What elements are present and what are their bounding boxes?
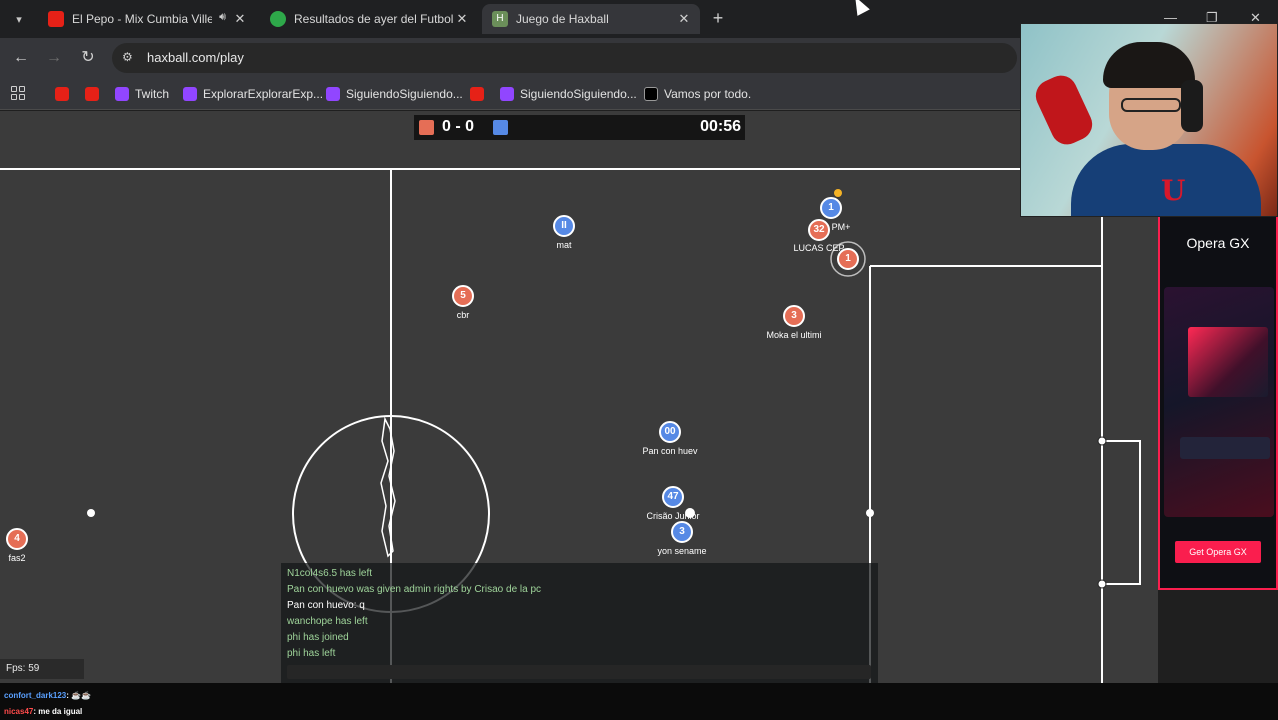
youtube-icon: [85, 87, 99, 101]
chat-username: nicas47: [4, 707, 34, 716]
player-name: Pan con huev: [642, 446, 698, 456]
tab-title: Juego de Haxball: [516, 12, 609, 26]
microphone-image: [1030, 70, 1098, 150]
stream-chat-line: nicas47: me da igual: [4, 707, 82, 716]
player-disc: II: [553, 215, 575, 237]
forward-icon[interactable]: →: [45, 49, 63, 67]
player-name: Moka el ultimi: [766, 330, 822, 340]
bookmark-twitch[interactable]: Twitch: [115, 85, 169, 103]
bookmark-x[interactable]: Vamos por todo.: [644, 85, 751, 103]
red-team-indicator: [419, 120, 434, 135]
youtube-icon: [48, 11, 64, 27]
player-name: cbr: [456, 310, 470, 320]
fps-counter: Fps: 59: [0, 659, 84, 679]
bookmark-siguiendo-2[interactable]: SiguiendoSiguiendo...: [500, 85, 637, 103]
bookmark-label: ExplorarExplorarExp...: [203, 87, 324, 101]
stream-chat-line: confort_dark123: ☕☕: [4, 691, 91, 700]
chat-line: wanchope has left: [287, 616, 368, 627]
reload-icon[interactable]: ↻: [79, 49, 97, 67]
chat-line: phi has joined: [287, 632, 349, 643]
bookmark-youtube-2[interactable]: [85, 85, 105, 103]
scoreboard: 0 - 0 00:56: [414, 115, 745, 140]
audio-icon[interactable]: 🔊︎: [219, 11, 226, 24]
close-tab-icon[interactable]: ✕: [676, 11, 692, 27]
site-info-icon[interactable]: ⚙: [122, 50, 133, 64]
chat-line: phi has left: [287, 648, 336, 659]
back-icon[interactable]: ←: [12, 49, 30, 67]
youtube-icon: [55, 87, 69, 101]
streamer-hair: [1103, 42, 1195, 88]
monitor-image: [1188, 327, 1268, 397]
player-name: fas2: [8, 553, 26, 563]
stream-chat-overlay: confort_dark123: ☕☕ nicas47: me da igual: [0, 683, 1278, 720]
bookmark-youtube-1[interactable]: [55, 85, 75, 103]
bookmark-label: Vamos por todo.: [664, 87, 752, 101]
bookmark-label: SiguiendoSiguiendo...: [520, 87, 637, 101]
webcam-overlay: U: [1020, 23, 1278, 217]
tab-search-icon[interactable]: ▾: [8, 9, 30, 31]
chat-input[interactable]: [287, 665, 871, 679]
chat-username: confort_dark123: [4, 691, 67, 700]
keyboard-image: [1180, 437, 1270, 459]
youtube-icon: [470, 87, 484, 101]
chat-message: : ☕☕: [66, 691, 92, 700]
tab-youtube[interactable]: El Pepo - Mix Cumbia Villera 🔊︎ ✕: [38, 4, 256, 34]
tab-resultados[interactable]: Resultados de ayer del Futbol A ✕: [260, 4, 478, 34]
tab-title: El Pepo - Mix Cumbia Villera: [72, 12, 212, 26]
ad-brand: Opera GX: [1186, 235, 1250, 251]
ad-cta-button[interactable]: Get Opera GX: [1175, 541, 1261, 563]
close-tab-icon[interactable]: ✕: [454, 11, 470, 27]
haxball-icon: H: [492, 11, 508, 27]
twitch-icon: [500, 87, 514, 101]
match-timer: 00:56: [700, 118, 741, 135]
bookmark-explorar[interactable]: ExplorarExplorarExp...: [183, 85, 323, 103]
player-name: yon sename: [657, 546, 707, 556]
bookmark-label: SiguiendoSiguiendo...: [346, 87, 463, 101]
player-name: Crisão Junior: [646, 511, 700, 521]
game-chat: N1col4s6.5 has left Pan con huevo was gi…: [281, 563, 878, 683]
new-tab-icon[interactable]: +: [708, 8, 728, 28]
ad-image: [1164, 287, 1274, 517]
opera-gx-ad[interactable]: Opera GX Get Opera GX: [1158, 215, 1278, 590]
player-disc: 1: [820, 197, 842, 219]
twitch-icon: [326, 87, 340, 101]
player-disc: 1: [837, 248, 859, 270]
chat-line: Pan con huevo was given admin rights by …: [287, 584, 542, 595]
ball-icon: [270, 11, 286, 27]
twitch-icon: [115, 87, 129, 101]
chat-line: N1col4s6.5 has left: [287, 568, 373, 579]
player-disc: 47: [662, 486, 684, 508]
tab-title: Resultados de ayer del Futbol A: [294, 12, 454, 26]
headphones: [1181, 80, 1203, 132]
twitch-icon: [183, 87, 197, 101]
browser-window: ▾ El Pepo - Mix Cumbia Villera 🔊︎ ✕ Resu…: [0, 0, 1278, 720]
tab-haxball[interactable]: H Juego de Haxball ✕: [482, 4, 700, 34]
url-text[interactable]: haxball.com/play: [147, 50, 244, 65]
apps-icon[interactable]: [11, 86, 25, 100]
player-name: mat: [556, 240, 572, 250]
jersey-logo: U: [1161, 174, 1186, 207]
player-disc: 00: [659, 421, 681, 443]
address-bar[interactable]: ⚙ haxball.com/play: [112, 43, 1017, 73]
player-name: PM+: [831, 222, 851, 232]
player-disc: 5: [452, 285, 474, 307]
chat-message: : me da igual: [33, 707, 83, 716]
player-disc: 4: [6, 528, 28, 550]
bookmark-youtube-3[interactable]: [470, 85, 490, 103]
close-tab-icon[interactable]: ✕: [232, 11, 248, 27]
score-text: 0 - 0: [442, 118, 475, 135]
blue-team-indicator: [493, 120, 508, 135]
player-disc: 3: [671, 521, 693, 543]
bookmark-label: Twitch: [135, 87, 170, 101]
player-disc: 3: [783, 305, 805, 327]
player-name: LUCAS CEP: [793, 243, 845, 253]
player-disc: 32: [808, 219, 830, 241]
glasses: [1121, 98, 1181, 112]
x-icon: [644, 87, 658, 101]
chat-line: Pan con huevo: q: [287, 600, 365, 611]
bookmark-siguiendo-1[interactable]: SiguiendoSiguiendo...: [326, 85, 463, 103]
